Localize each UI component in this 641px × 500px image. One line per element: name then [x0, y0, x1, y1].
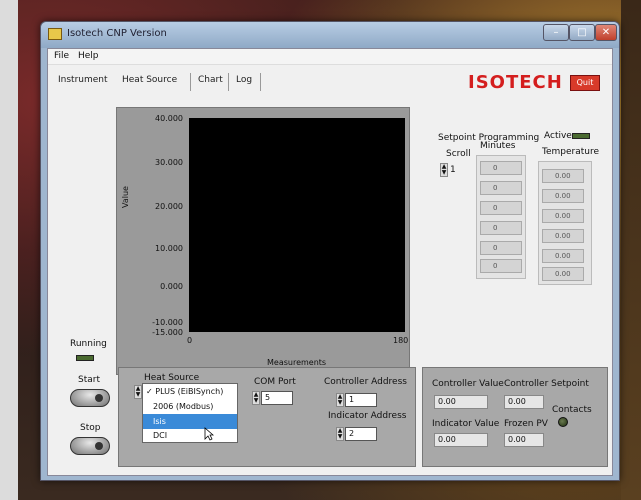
minutes-field[interactable]: 0 — [480, 181, 522, 195]
minutes-field[interactable]: 0 — [480, 259, 522, 273]
running-indicator — [76, 355, 94, 361]
start-button[interactable] — [70, 389, 110, 407]
scroll-value: 1 — [450, 165, 456, 175]
com-port-label: COM Port — [254, 377, 296, 387]
dropdown-option-plus[interactable]: ✓ PLUS (EiBISynch) — [143, 384, 237, 399]
controller-setpoint-readout: 0.00 — [504, 395, 544, 409]
tab-heat-source[interactable]: Heat Source — [122, 75, 177, 85]
controller-address-spinner[interactable]: ▲ ▼ — [336, 393, 344, 407]
frozen-pv-readout: 0.00 — [504, 433, 544, 447]
active-label: Active — [544, 131, 572, 141]
minutes-field[interactable]: 0 — [480, 221, 522, 235]
temperature-field[interactable]: 0.00 — [542, 209, 584, 223]
y-tick-label: 30.000 — [155, 158, 183, 167]
y-tick-label: 10.000 — [155, 244, 183, 253]
y-tick-label: -10.000 — [152, 318, 183, 327]
menu-help[interactable]: Help — [78, 51, 99, 61]
contacts-indicator — [558, 417, 568, 427]
scroll-label: Scroll — [446, 149, 471, 159]
indicator-address-spinner[interactable]: ▲ ▼ — [336, 427, 344, 441]
app-window: Isotech CNP Version – □ ✕ File Help Inst… — [40, 21, 620, 481]
scroll-spinner[interactable]: ▲ ▼ — [440, 163, 448, 177]
stop-button[interactable] — [70, 437, 110, 455]
y-tick-label: 20.000 — [155, 202, 183, 211]
chart-panel: Value 40.000 30.000 20.000 10.000 0.000 … — [116, 107, 410, 375]
controller-value-readout: 0.00 — [434, 395, 488, 409]
left-screen-edge — [0, 0, 18, 500]
com-port-field[interactable]: 5 — [261, 391, 293, 405]
tab-separator — [228, 73, 229, 91]
temperature-field[interactable]: 0.00 — [542, 267, 584, 281]
close-button[interactable]: ✕ — [595, 24, 617, 41]
minutes-field[interactable]: 0 — [480, 241, 522, 255]
running-label: Running — [70, 339, 107, 349]
isotech-logo: ISOTECH — [468, 72, 563, 93]
minimize-button[interactable]: – — [543, 24, 569, 41]
indicator-value-readout: 0.00 — [434, 433, 488, 447]
heat-source-spinner[interactable]: ▲ ▼ — [134, 385, 142, 399]
mouse-cursor-icon — [204, 427, 214, 441]
chart-x-axis-label: Measurements — [267, 358, 327, 367]
menu-bar: File Help — [48, 49, 612, 65]
temperature-field[interactable]: 0.00 — [542, 189, 584, 203]
title-bar[interactable]: Isotech CNP Version – □ ✕ — [41, 22, 619, 48]
x-tick-label: 180 — [393, 336, 409, 345]
menu-file[interactable]: File — [54, 51, 69, 61]
controller-address-field[interactable]: 1 — [345, 393, 377, 407]
tab-chart[interactable]: Chart — [198, 75, 223, 85]
dropdown-option-dci[interactable]: DCI — [143, 428, 237, 443]
x-tick-label: 0 — [187, 336, 193, 345]
tab-instrument[interactable]: Instrument — [58, 75, 108, 85]
temperature-field[interactable]: 0.00 — [542, 249, 584, 263]
temperature-label: Temperature — [542, 147, 600, 157]
app-icon — [48, 28, 62, 40]
com-port-spinner[interactable]: ▲ ▼ — [252, 391, 260, 405]
dropdown-option-isis[interactable]: Isis — [143, 414, 237, 429]
active-indicator — [572, 133, 590, 139]
contacts-label: Contacts — [552, 405, 592, 415]
maximize-button[interactable]: □ — [569, 24, 595, 41]
controller-address-label: Controller Address — [324, 377, 407, 387]
minutes-field[interactable]: 0 — [480, 201, 522, 215]
controller-value-label: Controller Value — [432, 379, 504, 389]
indicator-address-label: Indicator Address — [328, 411, 407, 421]
indicator-address-field[interactable]: 2 — [345, 427, 377, 441]
quit-button[interactable]: Quit — [570, 75, 600, 91]
minutes-field[interactable]: 0 — [480, 161, 522, 175]
y-tick-label: 0.000 — [160, 282, 183, 291]
indicator-value-label: Indicator Value — [432, 419, 500, 429]
frozen-pv-label: Frozen PV — [504, 419, 548, 429]
minutes-label: Minutes — [480, 141, 516, 151]
dropdown-option-2006[interactable]: 2006 (Modbus) — [143, 399, 237, 414]
temperature-field[interactable]: 0.00 — [542, 229, 584, 243]
stop-label: Stop — [80, 423, 101, 433]
controller-setpoint-label: Controller Setpoint — [504, 379, 589, 389]
tab-log[interactable]: Log — [236, 75, 252, 85]
window-title: Isotech CNP Version — [67, 28, 167, 39]
start-label: Start — [78, 375, 100, 385]
tab-separator — [190, 73, 191, 91]
heat-source-dropdown[interactable]: ✓ PLUS (EiBISynch) 2006 (Modbus) Isis DC… — [142, 383, 238, 443]
right-screen-edge — [621, 0, 641, 500]
tab-bar: Instrument Heat Source Chart Log — [48, 71, 468, 95]
y-tick-label: -15.000 — [152, 328, 183, 337]
checkmark-icon: ✓ — [146, 387, 153, 396]
chart-plot-area[interactable] — [189, 118, 405, 332]
temperature-field[interactable]: 0.00 — [542, 169, 584, 183]
tab-separator — [260, 73, 261, 91]
y-tick-label: 40.000 — [155, 114, 183, 123]
heat-source-label: Heat Source — [144, 373, 200, 383]
client-area: File Help Instrument Heat Source Chart L… — [47, 48, 613, 476]
